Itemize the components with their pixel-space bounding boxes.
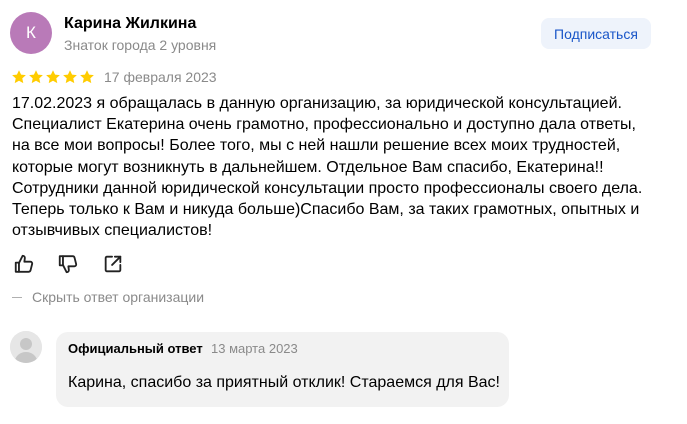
dash-divider (12, 296, 22, 298)
review-text: 17.02.2023 я обращалась в данную организ… (12, 93, 680, 241)
author-level: Знаток города 2 уровня (64, 37, 217, 53)
star-icon (46, 70, 60, 84)
user-placeholder-icon (10, 331, 42, 363)
review-text-line: Сотрудники данной юридической консультац… (12, 179, 643, 197)
review-date: 17 февраля 2023 (104, 69, 217, 85)
star-icon (80, 70, 94, 84)
subscribe-button[interactable]: Подписаться (541, 18, 651, 49)
thumbs-down-icon (58, 255, 78, 274)
reply-text: Карина, спасибо за приятный отклик! Стар… (68, 374, 500, 391)
review-text-line: Теперь только к Вам и никуда больше)Спас… (12, 201, 640, 219)
star-icon (12, 70, 26, 84)
share-icon (104, 255, 122, 273)
official-reply: Официальный ответ 13 марта 2023 Карина, … (56, 332, 509, 407)
share-button[interactable] (102, 253, 124, 275)
rating-stars (11, 69, 95, 85)
star-icon (29, 70, 43, 84)
review-text-line: на все мои вопросы! Более того, мы с ней… (12, 137, 621, 155)
hide-reply-link[interactable]: Скрыть ответ организации (12, 289, 204, 305)
author-name[interactable]: Карина Жилкина (64, 15, 196, 33)
author-avatar[interactable]: К (10, 12, 52, 54)
star-icon (63, 70, 77, 84)
reply-date: 13 марта 2023 (211, 341, 298, 356)
organization-avatar (10, 331, 42, 363)
hide-reply-label: Скрыть ответ организации (32, 289, 205, 305)
review-text-line: Специалист Екатерина очень грамотно, про… (12, 116, 636, 134)
avatar-letter: К (26, 23, 36, 42)
review-text-line: 17.02.2023 я обращалась в данную организ… (12, 95, 622, 112)
reply-label: Официальный ответ (68, 341, 203, 356)
review-text-line: отзывчивых специалистов! (12, 222, 213, 240)
like-button[interactable] (13, 253, 35, 275)
dislike-button[interactable] (57, 253, 79, 275)
review-text-line: которые могут возникнуть в дальнейшем. О… (12, 158, 604, 176)
thumbs-up-icon (14, 254, 34, 273)
